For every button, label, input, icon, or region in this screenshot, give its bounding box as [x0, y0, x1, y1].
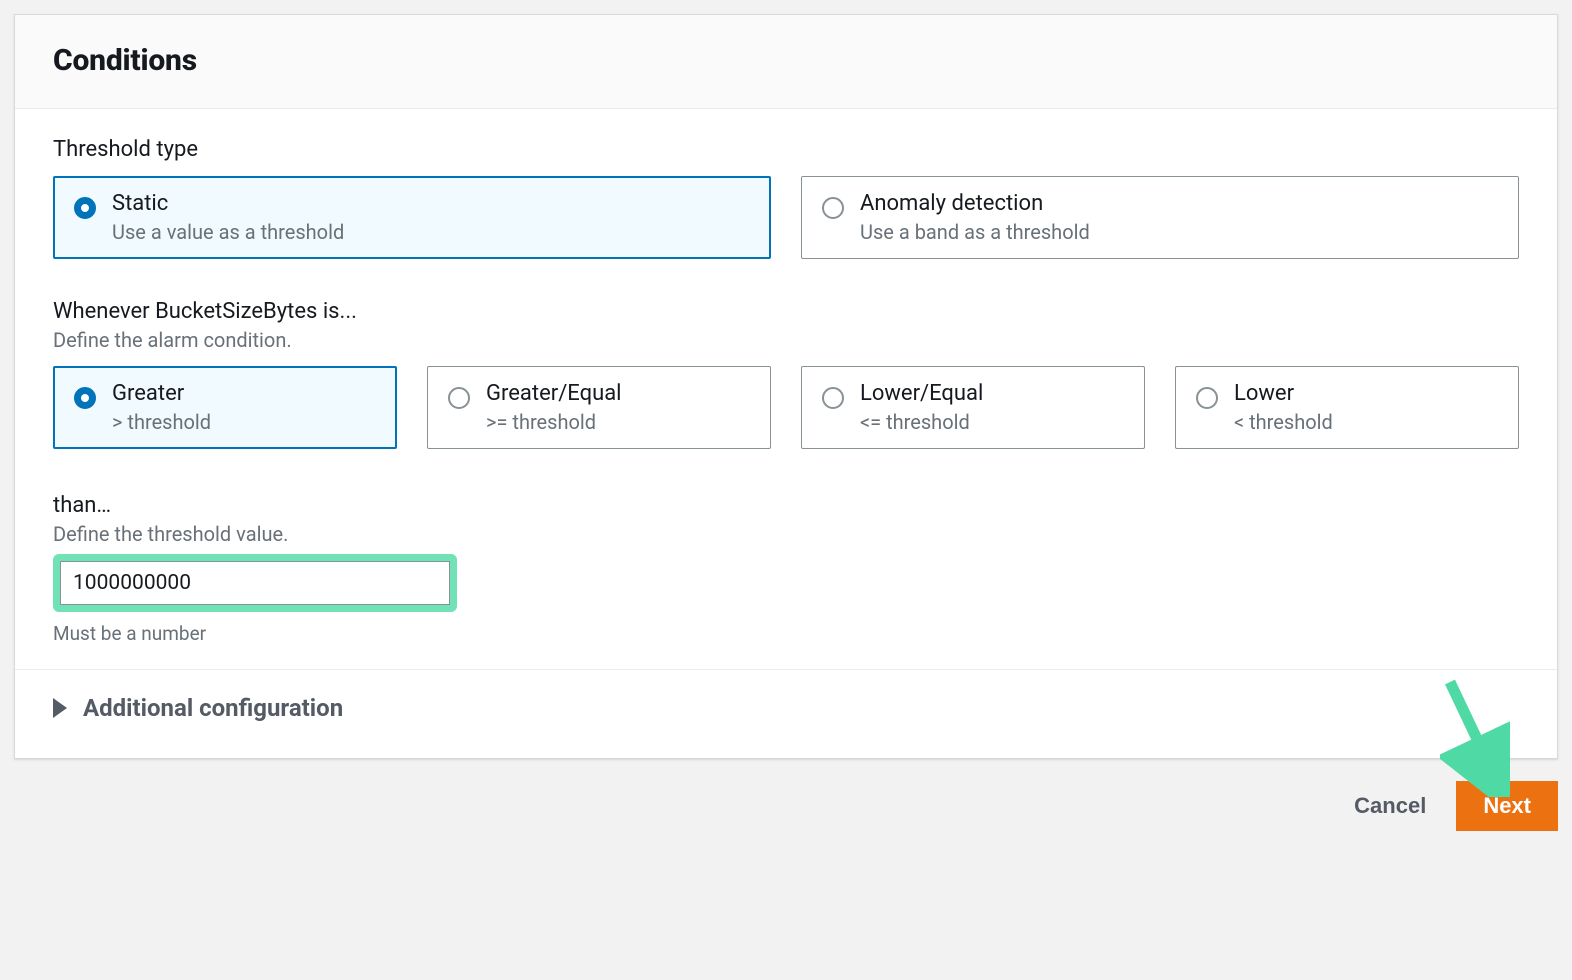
condition-greater-equal[interactable]: Greater/Equal >= threshold	[427, 366, 771, 449]
tile-title: Anomaly detection	[860, 191, 1090, 216]
condition-greater[interactable]: Greater > threshold	[53, 366, 397, 449]
condition-lower-equal[interactable]: Lower/Equal <= threshold	[801, 366, 1145, 449]
radio-icon	[822, 197, 844, 219]
condition-options: Greater > threshold Greater/Equal >= thr…	[53, 366, 1519, 449]
tile-title: Lower/Equal	[860, 381, 983, 406]
triangle-right-icon	[53, 698, 67, 718]
tile-subtitle: Use a band as a threshold	[860, 220, 1090, 244]
tile-subtitle: < threshold	[1234, 410, 1333, 434]
threshold-type-static[interactable]: Static Use a value as a threshold	[53, 176, 771, 259]
radio-icon	[448, 387, 470, 409]
threshold-value-input[interactable]	[60, 561, 450, 605]
tile-title: Greater/Equal	[486, 381, 622, 406]
cancel-button[interactable]: Cancel	[1348, 783, 1432, 829]
additional-configuration-label: Additional configuration	[83, 694, 343, 722]
threshold-type-anomaly[interactable]: Anomaly detection Use a band as a thresh…	[801, 176, 1519, 259]
radio-icon	[74, 197, 96, 219]
tile-subtitle: > threshold	[112, 410, 211, 434]
wizard-footer: Cancel Next	[14, 759, 1558, 831]
panel-body: Threshold type Static Use a value as a t…	[15, 109, 1557, 758]
threshold-type-label: Threshold type	[53, 137, 1519, 162]
threshold-value-field: than… Define the threshold value. Must b…	[53, 493, 1519, 645]
threshold-value-label: than…	[53, 493, 1519, 518]
panel-header: Conditions	[15, 15, 1557, 109]
highlight-annotation	[53, 554, 457, 612]
threshold-value-helper: Define the threshold value.	[53, 522, 1519, 546]
tile-title: Greater	[112, 381, 211, 406]
radio-icon	[822, 387, 844, 409]
conditions-panel: Conditions Threshold type Static Use a v…	[14, 14, 1558, 759]
threshold-value-constraint: Must be a number	[53, 622, 1519, 645]
condition-helper: Define the alarm condition.	[53, 328, 1519, 352]
condition-lower[interactable]: Lower < threshold	[1175, 366, 1519, 449]
threshold-type-options: Static Use a value as a threshold Anomal…	[53, 176, 1519, 259]
tile-subtitle: >= threshold	[486, 410, 622, 434]
additional-configuration-expander[interactable]: Additional configuration	[15, 669, 1557, 750]
radio-icon	[74, 387, 96, 409]
condition-label: Whenever BucketSizeBytes is...	[53, 299, 1519, 324]
tile-subtitle: <= threshold	[860, 410, 983, 434]
panel-title: Conditions	[53, 43, 1519, 78]
radio-icon	[1196, 387, 1218, 409]
tile-title: Static	[112, 191, 344, 216]
next-button[interactable]: Next	[1456, 781, 1558, 831]
tile-subtitle: Use a value as a threshold	[112, 220, 344, 244]
tile-title: Lower	[1234, 381, 1333, 406]
